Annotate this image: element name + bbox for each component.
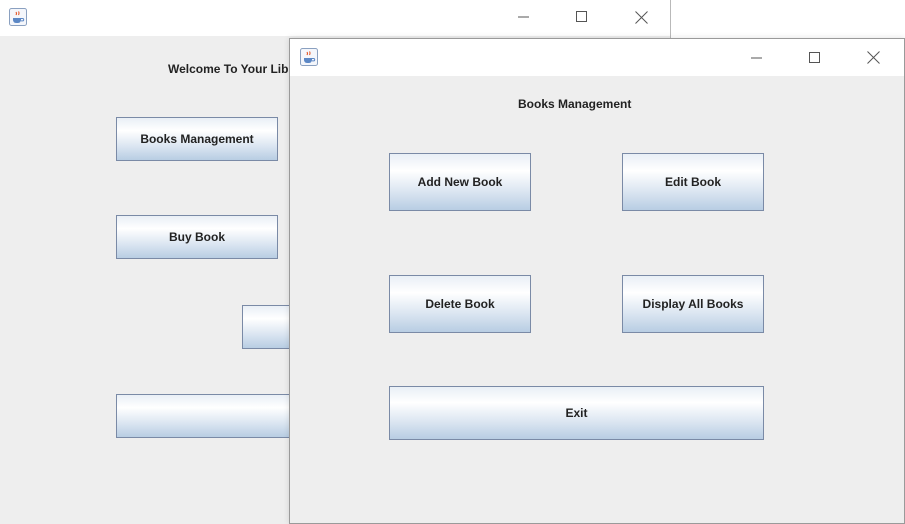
close-icon [634, 10, 648, 24]
close-button[interactable] [618, 0, 664, 34]
close-button[interactable] [850, 39, 896, 76]
exit-button[interactable]: Exit [389, 386, 764, 440]
maximize-button[interactable] [559, 0, 605, 34]
java-app-icon [9, 8, 27, 26]
books-management-button[interactable]: Books Management [116, 117, 278, 161]
minimize-icon [751, 57, 762, 58]
main-window-titlebar[interactable] [0, 0, 670, 36]
minimize-button[interactable] [734, 39, 780, 76]
display-all-books-button[interactable]: Display All Books [622, 275, 764, 333]
bottom-wide-button[interactable] [116, 394, 306, 438]
close-icon [866, 51, 880, 64]
books-management-window: Books Management Add New Book Edit Book … [289, 38, 905, 524]
maximize-icon [576, 11, 587, 22]
buy-book-button[interactable]: Buy Book [116, 215, 278, 259]
maximize-button[interactable] [792, 39, 838, 76]
maximize-icon [809, 51, 820, 63]
minimize-button[interactable] [501, 0, 547, 34]
books-window-titlebar[interactable] [290, 39, 904, 76]
delete-book-button[interactable]: Delete Book [389, 275, 531, 333]
add-new-book-button[interactable]: Add New Book [389, 153, 531, 211]
java-app-icon [300, 48, 318, 66]
edit-book-button[interactable]: Edit Book [622, 153, 764, 211]
books-management-heading: Books Management [518, 97, 632, 111]
welcome-heading: Welcome To Your Libr [168, 62, 294, 76]
minimize-icon [518, 16, 529, 18]
